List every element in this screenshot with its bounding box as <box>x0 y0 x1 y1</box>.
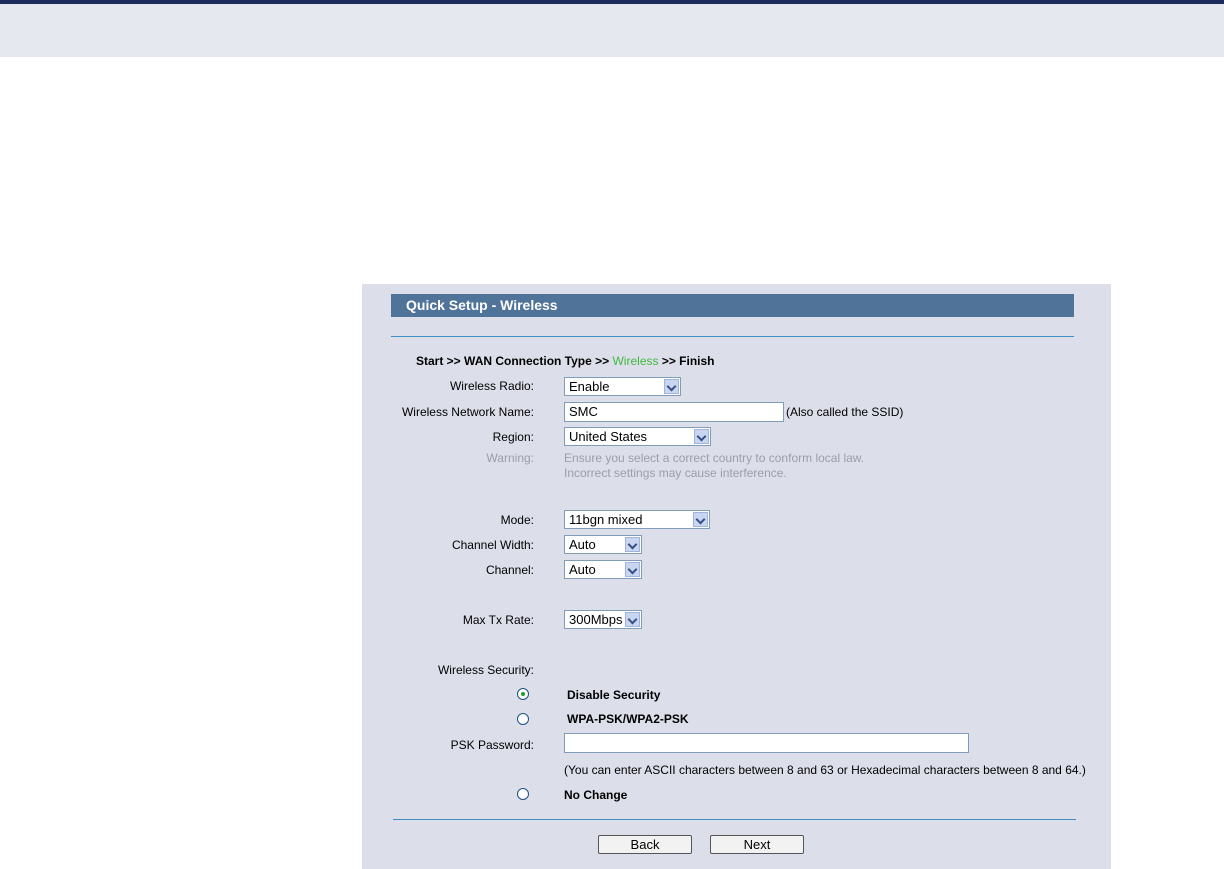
breadcrumb-current: Wireless <box>612 354 659 368</box>
region-select[interactable]: United States <box>564 427 711 446</box>
region-value: United States <box>569 429 648 444</box>
chevron-down-icon <box>664 379 679 394</box>
top-banner <box>0 0 1224 57</box>
network-name-input[interactable]: SMC <box>564 402 784 422</box>
channel-value: Auto <box>569 562 596 577</box>
chevron-down-icon <box>694 429 709 444</box>
channel-width-select[interactable]: Auto <box>564 535 642 554</box>
mode-select[interactable]: 11bgn mixed <box>564 510 710 529</box>
back-button[interactable]: Back <box>598 835 692 854</box>
network-name-value: SMC <box>569 404 598 419</box>
disable-security-label: Disable Security <box>567 688 661 702</box>
breadcrumb-prefix: Start >> WAN Connection Type >> <box>416 354 613 368</box>
channel-select[interactable]: Auto <box>564 560 642 579</box>
wpa-psk-radio[interactable] <box>517 713 529 725</box>
max-tx-rate-select[interactable]: 300Mbps <box>564 610 642 629</box>
wireless-radio-label: Wireless Radio: <box>449 379 534 393</box>
mode-label: Mode: <box>500 513 534 527</box>
channel-width-value: Auto <box>569 537 596 552</box>
footer-divider <box>393 819 1076 820</box>
psk-password-input[interactable] <box>564 733 969 753</box>
wpa-psk-label: WPA-PSK/WPA2-PSK <box>567 712 689 726</box>
no-change-radio[interactable] <box>517 788 529 800</box>
chevron-down-icon <box>625 562 640 577</box>
next-button[interactable]: Next <box>710 835 804 854</box>
disable-security-radio[interactable] <box>517 688 529 700</box>
network-name-label: Wireless Network Name: <box>401 405 534 419</box>
max-tx-rate-value: 300Mbps <box>569 612 623 627</box>
psk-password-label: PSK Password: <box>450 738 534 752</box>
chevron-down-icon <box>625 537 640 552</box>
region-label: Region: <box>492 430 534 444</box>
psk-hint: (You can enter ASCII characters between … <box>564 763 1086 777</box>
wireless-security-label: Wireless Security: <box>437 663 534 677</box>
mode-value: 11bgn mixed <box>569 512 643 527</box>
wireless-radio-select[interactable]: Enable <box>564 377 681 396</box>
warning-line-1: Ensure you select a correct country to c… <box>564 451 865 465</box>
max-tx-rate-label: Max Tx Rate: <box>462 613 534 627</box>
breadcrumb-suffix: >> Finish <box>658 354 715 368</box>
ssid-hint: (Also called the SSID) <box>786 405 904 419</box>
chevron-down-icon <box>625 612 640 627</box>
channel-label: Channel: <box>485 563 534 577</box>
chevron-down-icon <box>693 512 708 527</box>
warning-line-2: Incorrect settings may cause interferenc… <box>564 466 787 480</box>
breadcrumb: Start >> WAN Connection Type >> Wireless… <box>416 354 715 368</box>
channel-width-label: Channel Width: <box>451 538 534 552</box>
quick-setup-panel: Quick Setup - Wireless Start >> WAN Conn… <box>362 284 1111 869</box>
warning-label: Warning: <box>486 451 534 465</box>
title-divider <box>391 336 1074 337</box>
panel-title: Quick Setup - Wireless <box>391 294 1074 317</box>
no-change-label: No Change <box>564 788 628 802</box>
wireless-radio-value: Enable <box>569 379 610 394</box>
